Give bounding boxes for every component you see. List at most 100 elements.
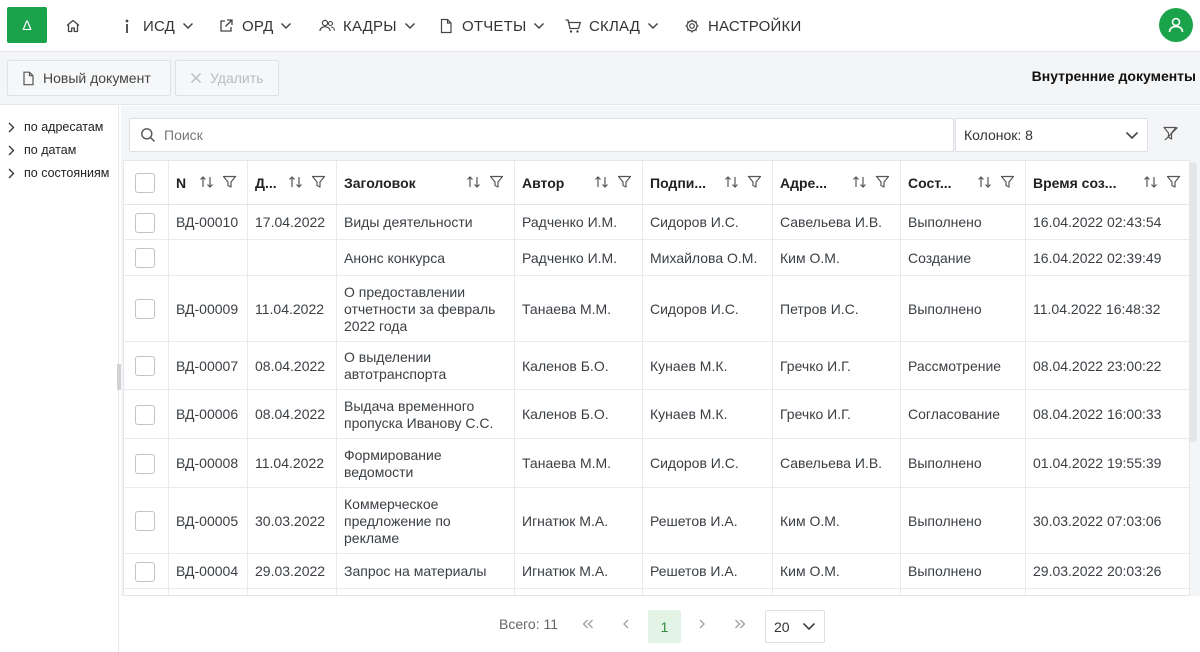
- cell-author: Игнатюк М.А.: [522, 563, 609, 579]
- row-checkbox[interactable]: [135, 299, 155, 319]
- cell-date: 11.04.2022: [255, 300, 325, 317]
- sort-icon[interactable]: [594, 175, 609, 193]
- chevron-down-icon: [182, 20, 194, 32]
- filter-icon[interactable]: [489, 175, 504, 193]
- header-label: Автор: [522, 174, 565, 191]
- user-avatar[interactable]: [1159, 8, 1193, 42]
- row-checkbox-cell: [124, 240, 168, 276]
- cell-subject: Выдача временного пропуска Иванову С.С.: [344, 397, 494, 431]
- table-row[interactable]: ВД-00009 11.04.2022 О предоставлении отчет…: [124, 276, 1189, 342]
- nav-kadry-label: КАДРЫ: [343, 17, 397, 35]
- header-signer[interactable]: Подпи...: [642, 161, 772, 205]
- table-row[interactable]: ВД-00007 08.04.2022 О выделении автотрансп…: [124, 342, 1189, 390]
- table-row[interactable]: ВД-00004 29.03.2022 Запрос на материалы Игн…: [124, 554, 1189, 589]
- cell-num: ВД-00009: [176, 300, 239, 317]
- document-icon: [23, 71, 34, 85]
- filter-reset-icon[interactable]: [1161, 124, 1181, 144]
- nav-kadry[interactable]: КАДРЫ: [318, 0, 416, 52]
- nav-otchety[interactable]: ОТЧЕТЫ: [437, 0, 545, 52]
- header-label: Д...: [255, 174, 277, 191]
- sort-icon[interactable]: [288, 175, 303, 193]
- next-page-icon[interactable]: [690, 612, 714, 636]
- cell-author: Танаева М.М.: [522, 455, 612, 471]
- current-page-button[interactable]: 1: [648, 610, 681, 643]
- nav-isd[interactable]: ИСД: [118, 0, 194, 52]
- first-page-icon[interactable]: [576, 612, 600, 636]
- header-subject[interactable]: Заголовок: [336, 161, 514, 205]
- header-label: Время соз...: [1033, 174, 1117, 191]
- cell-signer: Михайлова О.М.: [650, 249, 758, 266]
- cell-subject: Коммерческое предложение по рекламе: [344, 495, 451, 546]
- filter-icon[interactable]: [875, 175, 890, 193]
- sort-icon[interactable]: [852, 175, 867, 193]
- header-date[interactable]: Д...: [247, 161, 336, 205]
- table-row[interactable]: ВД-00010 17.04.2022 Виды деятельности Радче…: [124, 205, 1189, 240]
- page-size-select[interactable]: 20: [765, 610, 825, 643]
- app-logo[interactable]: Δ: [7, 7, 47, 43]
- row-checkbox[interactable]: [135, 212, 155, 233]
- cell-state: Выполнено: [908, 455, 982, 471]
- header-created[interactable]: Время соз...: [1025, 161, 1189, 205]
- prev-page-icon[interactable]: [614, 612, 638, 636]
- filter-icon[interactable]: [311, 175, 326, 193]
- filter-icon[interactable]: [1166, 175, 1181, 193]
- cell-subject: Формирование ведомости: [344, 446, 442, 480]
- cell-author: Каленов Б.О.: [522, 357, 609, 374]
- tree-item-by-date[interactable]: по датам: [8, 143, 76, 157]
- table-row[interactable]: Анонс конкурса Радченко И.М. Михайлова О.М…: [124, 240, 1189, 276]
- columns-select[interactable]: Колонок: 8: [955, 118, 1148, 152]
- header-author[interactable]: Автор: [514, 161, 642, 205]
- grouping-tree: по адресатам по датам по состояниям: [0, 106, 119, 652]
- sort-icon[interactable]: [199, 175, 214, 193]
- home-icon[interactable]: [60, 13, 86, 39]
- tree-item-by-state[interactable]: по состояниям: [8, 166, 109, 180]
- table-row[interactable]: [124, 589, 1189, 595]
- delete-button[interactable]: Удалить: [175, 60, 279, 96]
- table-row[interactable]: ВД-00005 30.03.2022 Коммерческое предложен…: [124, 488, 1189, 554]
- last-page-icon[interactable]: [728, 612, 752, 636]
- table-row[interactable]: ВД-00008 11.04.2022 Формирование ведомости…: [124, 439, 1189, 488]
- row-checkbox[interactable]: [135, 453, 155, 474]
- nav-sklad[interactable]: СКЛАД: [564, 0, 659, 52]
- cell-addressee: Ким О.М.: [780, 563, 840, 579]
- select-all-checkbox[interactable]: [135, 173, 155, 193]
- row-checkbox[interactable]: [135, 248, 155, 268]
- cell-subject: О предоставлении отчетности за февраль 2…: [344, 283, 496, 334]
- cell-author: Радченко И.М.: [522, 249, 618, 266]
- cell-date: 17.04.2022: [255, 214, 326, 230]
- cell-created: 16.04.2022 02:39:49: [1033, 249, 1162, 266]
- row-checkbox[interactable]: [135, 511, 155, 531]
- header-state[interactable]: Сост...: [900, 161, 1025, 205]
- sort-icon[interactable]: [724, 175, 739, 193]
- header-label: Заголовок: [344, 174, 416, 191]
- nav-nastroiki[interactable]: НАСТРОЙКИ: [683, 0, 801, 52]
- row-checkbox[interactable]: [135, 356, 155, 376]
- gear-icon: [683, 17, 701, 35]
- nav-ord[interactable]: ОРД: [217, 0, 292, 52]
- vertical-scrollbar[interactable]: [1189, 162, 1197, 442]
- header-num[interactable]: N: [168, 161, 247, 205]
- header-label: Подпи...: [650, 174, 707, 191]
- filter-icon[interactable]: [747, 175, 762, 193]
- columns-select-value: Колонок: 8: [964, 127, 1033, 143]
- filter-icon[interactable]: [1000, 175, 1015, 193]
- cell-addressee: Петров И.С.: [780, 300, 859, 317]
- row-checkbox[interactable]: [135, 561, 155, 582]
- tree-item-label: по адресатам: [24, 120, 104, 134]
- header-addressee[interactable]: Адре...: [772, 161, 900, 205]
- cell-date: 08.04.2022: [255, 357, 326, 374]
- sort-icon[interactable]: [977, 175, 992, 193]
- total-count: Всего: 11: [499, 616, 559, 632]
- row-checkbox[interactable]: [135, 404, 155, 425]
- table-row[interactable]: ВД-00006 08.04.2022 Выдача временного проп…: [124, 390, 1189, 439]
- cell-author: Танаева М.М.: [522, 300, 612, 317]
- row-checkbox-cell: [124, 205, 168, 240]
- filter-icon[interactable]: [617, 175, 632, 193]
- filter-icon[interactable]: [222, 175, 237, 193]
- new-document-button[interactable]: Новый документ: [7, 60, 171, 96]
- sort-icon[interactable]: [466, 175, 481, 193]
- main-content: Колонок: 8 N Д... Заголовок Автор Подпи... Ад…: [121, 106, 1200, 652]
- sort-icon[interactable]: [1143, 175, 1158, 193]
- search-input[interactable]: [164, 127, 864, 143]
- tree-item-by-addressee[interactable]: по адресатам: [8, 120, 103, 134]
